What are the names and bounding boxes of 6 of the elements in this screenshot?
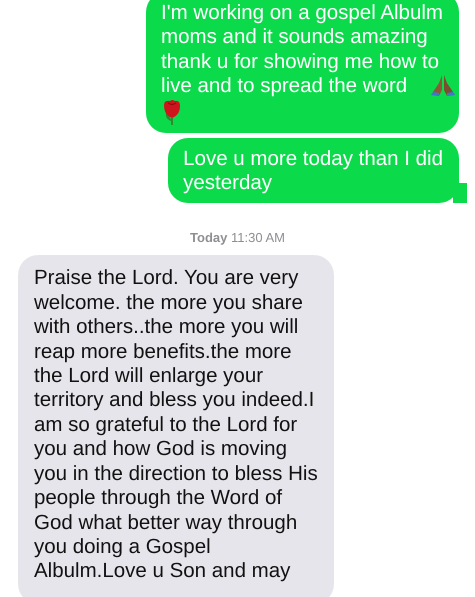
praying-hands-icon (429, 72, 458, 97)
message-text: I'm working on a gospel Albulm moms and it sounds amazing thank u for showing me how to live and to spread the word (161, 1, 443, 99)
message-text: Praise the Lord. You are very welcome. the more you share with others..the more you will reap more benefits.the more the Lord will enlarge your territory and bless you indeed.I am so grateful to the Lord for you and how God is moving you in the direction to bless His people through the Word of God what better way through you doing a Gospel Albulm.Love u Son and may (34, 266, 318, 584)
message-text: Love u more today than I did yesterday (183, 146, 443, 196)
timestamp: Today 11:30 AM (190, 230, 285, 246)
rose-icon (162, 98, 182, 125)
